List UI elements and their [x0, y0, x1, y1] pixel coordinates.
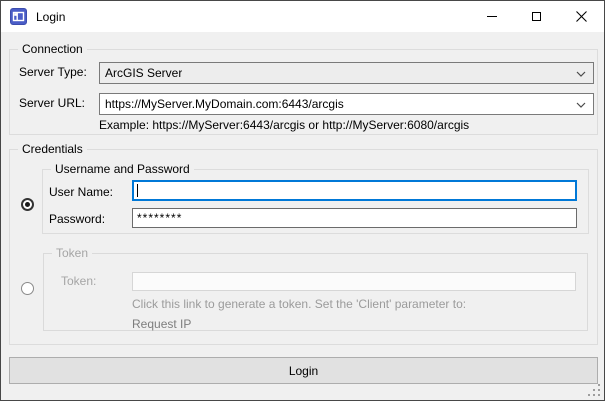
- titlebar[interactable]: Login: [1, 1, 604, 32]
- username-label: User Name:: [49, 185, 113, 200]
- token-client-param-value: Request IP: [132, 317, 191, 332]
- username-password-group-label: Username and Password: [51, 162, 194, 177]
- maximize-button[interactable]: [514, 1, 559, 32]
- close-icon: [576, 11, 587, 22]
- login-dialog: Login Connection Server Type: ArcGIS Ser…: [0, 0, 605, 401]
- window-title: Login: [36, 10, 65, 24]
- app-icon: [10, 8, 27, 25]
- token-hint-text: Click this link to generate a token. Set…: [132, 297, 466, 312]
- password-input[interactable]: [132, 208, 577, 228]
- connection-group-label: Connection: [18, 42, 87, 57]
- minimize-button[interactable]: [469, 1, 514, 32]
- server-type-label: Server Type:: [19, 65, 87, 80]
- window-controls: [469, 1, 604, 32]
- minimize-icon: [487, 16, 497, 17]
- password-label: Password:: [49, 212, 105, 227]
- token-group-label: Token: [52, 246, 92, 261]
- server-url-example-text: Example: https://MyServer:6443/arcgis or…: [99, 118, 469, 133]
- token-group: Token: [43, 253, 588, 331]
- server-url-label: Server URL:: [19, 96, 85, 111]
- username-password-radio[interactable]: [21, 198, 34, 211]
- username-input[interactable]: [132, 180, 577, 201]
- chevron-down-icon: [576, 102, 586, 108]
- token-label: Token:: [61, 274, 96, 289]
- token-input[interactable]: [132, 272, 576, 291]
- server-type-dropdown[interactable]: ArcGIS Server: [99, 62, 594, 84]
- chevron-down-icon: [576, 71, 586, 77]
- server-url-value: https://MyServer.MyDomain.com:6443/arcgi…: [105, 97, 344, 111]
- credentials-group-label: Credentials: [18, 142, 87, 157]
- server-url-combobox[interactable]: https://MyServer.MyDomain.com:6443/arcgi…: [99, 93, 594, 115]
- resize-grip[interactable]: [598, 394, 600, 396]
- server-type-value: ArcGIS Server: [105, 66, 182, 80]
- login-button[interactable]: Login: [9, 357, 598, 384]
- maximize-icon: [532, 12, 541, 21]
- text-caret: [137, 184, 138, 197]
- token-radio[interactable]: [21, 282, 34, 295]
- close-button[interactable]: [559, 1, 604, 32]
